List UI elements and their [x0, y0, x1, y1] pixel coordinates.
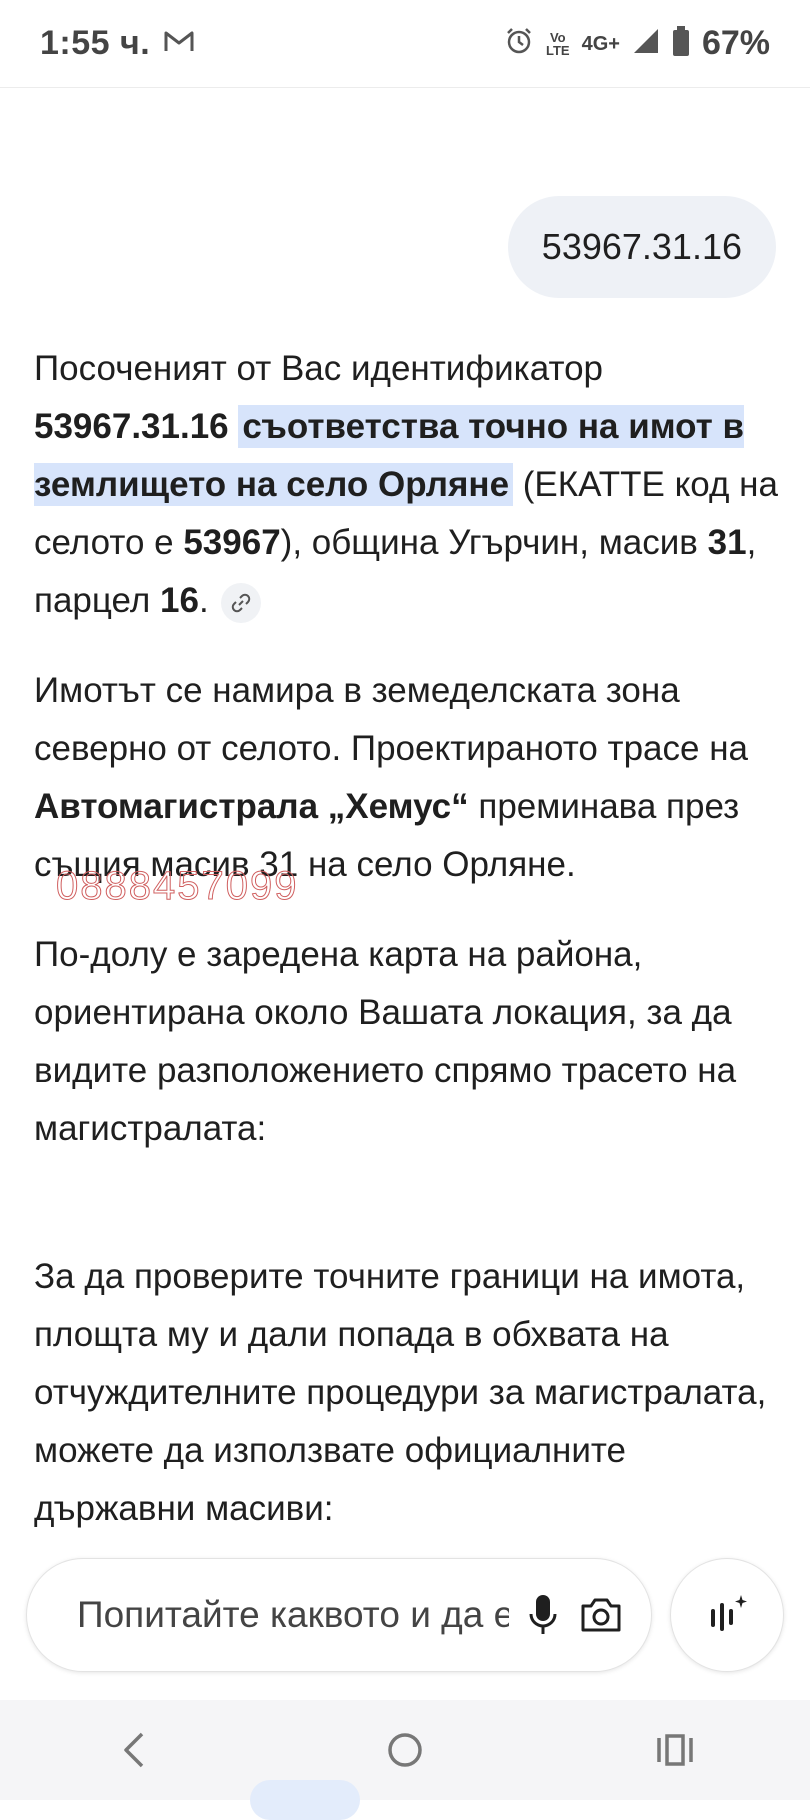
status-time: 1:55 ч. — [40, 24, 151, 62]
response-paragraph-3: По-долу е заредена карта на района, орие… — [34, 935, 737, 1148]
status-bar: 1:55 ч. Vo LTE 4G+ 67% — [0, 0, 810, 88]
link-icon — [231, 593, 250, 612]
p1-parcel: 16 — [160, 581, 199, 620]
p1-end: . — [198, 581, 209, 620]
back-icon[interactable] — [95, 1710, 175, 1790]
system-nav-bar — [0, 1700, 810, 1800]
recents-icon[interactable] — [635, 1710, 715, 1790]
volte-indicator: Vo LTE — [546, 31, 570, 57]
p1-municipality: ), община Угърчин, масив — [280, 523, 698, 562]
p1-identifier: 53967.31.16 — [34, 407, 229, 446]
p1-ekatte-code: 53967 — [183, 523, 281, 562]
response-paragraph-1: Посоченият от Вас идентификатор 53967.31… — [34, 340, 779, 630]
home-icon[interactable] — [365, 1710, 445, 1790]
p2-pre: Имотът се намира в земеделската зона сев… — [34, 671, 748, 768]
assistant-response: Посоченият от Вас идентификатор 53967.31… — [34, 340, 779, 1570]
network-type: 4G+ — [581, 32, 620, 55]
volte-bottom: LTE — [545, 42, 570, 58]
battery-percent: 67% — [701, 24, 770, 62]
microphone-icon[interactable] — [517, 1589, 569, 1641]
prompt-input[interactable] — [75, 1593, 511, 1637]
p1-intro: Посоченият от Вас идентификатор — [34, 349, 604, 388]
battery-icon — [672, 26, 690, 61]
bottom-tab-peek — [250, 1780, 360, 1820]
source-link-chip[interactable] — [220, 582, 261, 623]
alarm-icon — [504, 26, 534, 61]
status-left: 1:55 ч. — [40, 24, 194, 63]
user-message-bubble: 53967.31.16 — [507, 196, 776, 298]
camera-icon[interactable] — [575, 1589, 627, 1641]
p1-massif: 31 — [707, 523, 747, 562]
live-mode-button[interactable] — [670, 1558, 784, 1672]
signal-icon — [632, 27, 660, 60]
gmail-icon — [164, 29, 194, 58]
response-paragraph-2: Имотът се намира в земеделската зона сев… — [34, 662, 779, 894]
p2-highway: Автомагистрала „Хемус“ — [34, 787, 469, 826]
response-paragraph-4: За да проверите точните граници на имота… — [34, 1257, 767, 1528]
prompt-input-bar[interactable] — [26, 1558, 652, 1672]
phone-watermark: 0888457099 — [55, 864, 299, 909]
status-right: Vo LTE 4G+ 67% — [504, 24, 770, 63]
sparkle-waveform-icon — [711, 1595, 747, 1631]
